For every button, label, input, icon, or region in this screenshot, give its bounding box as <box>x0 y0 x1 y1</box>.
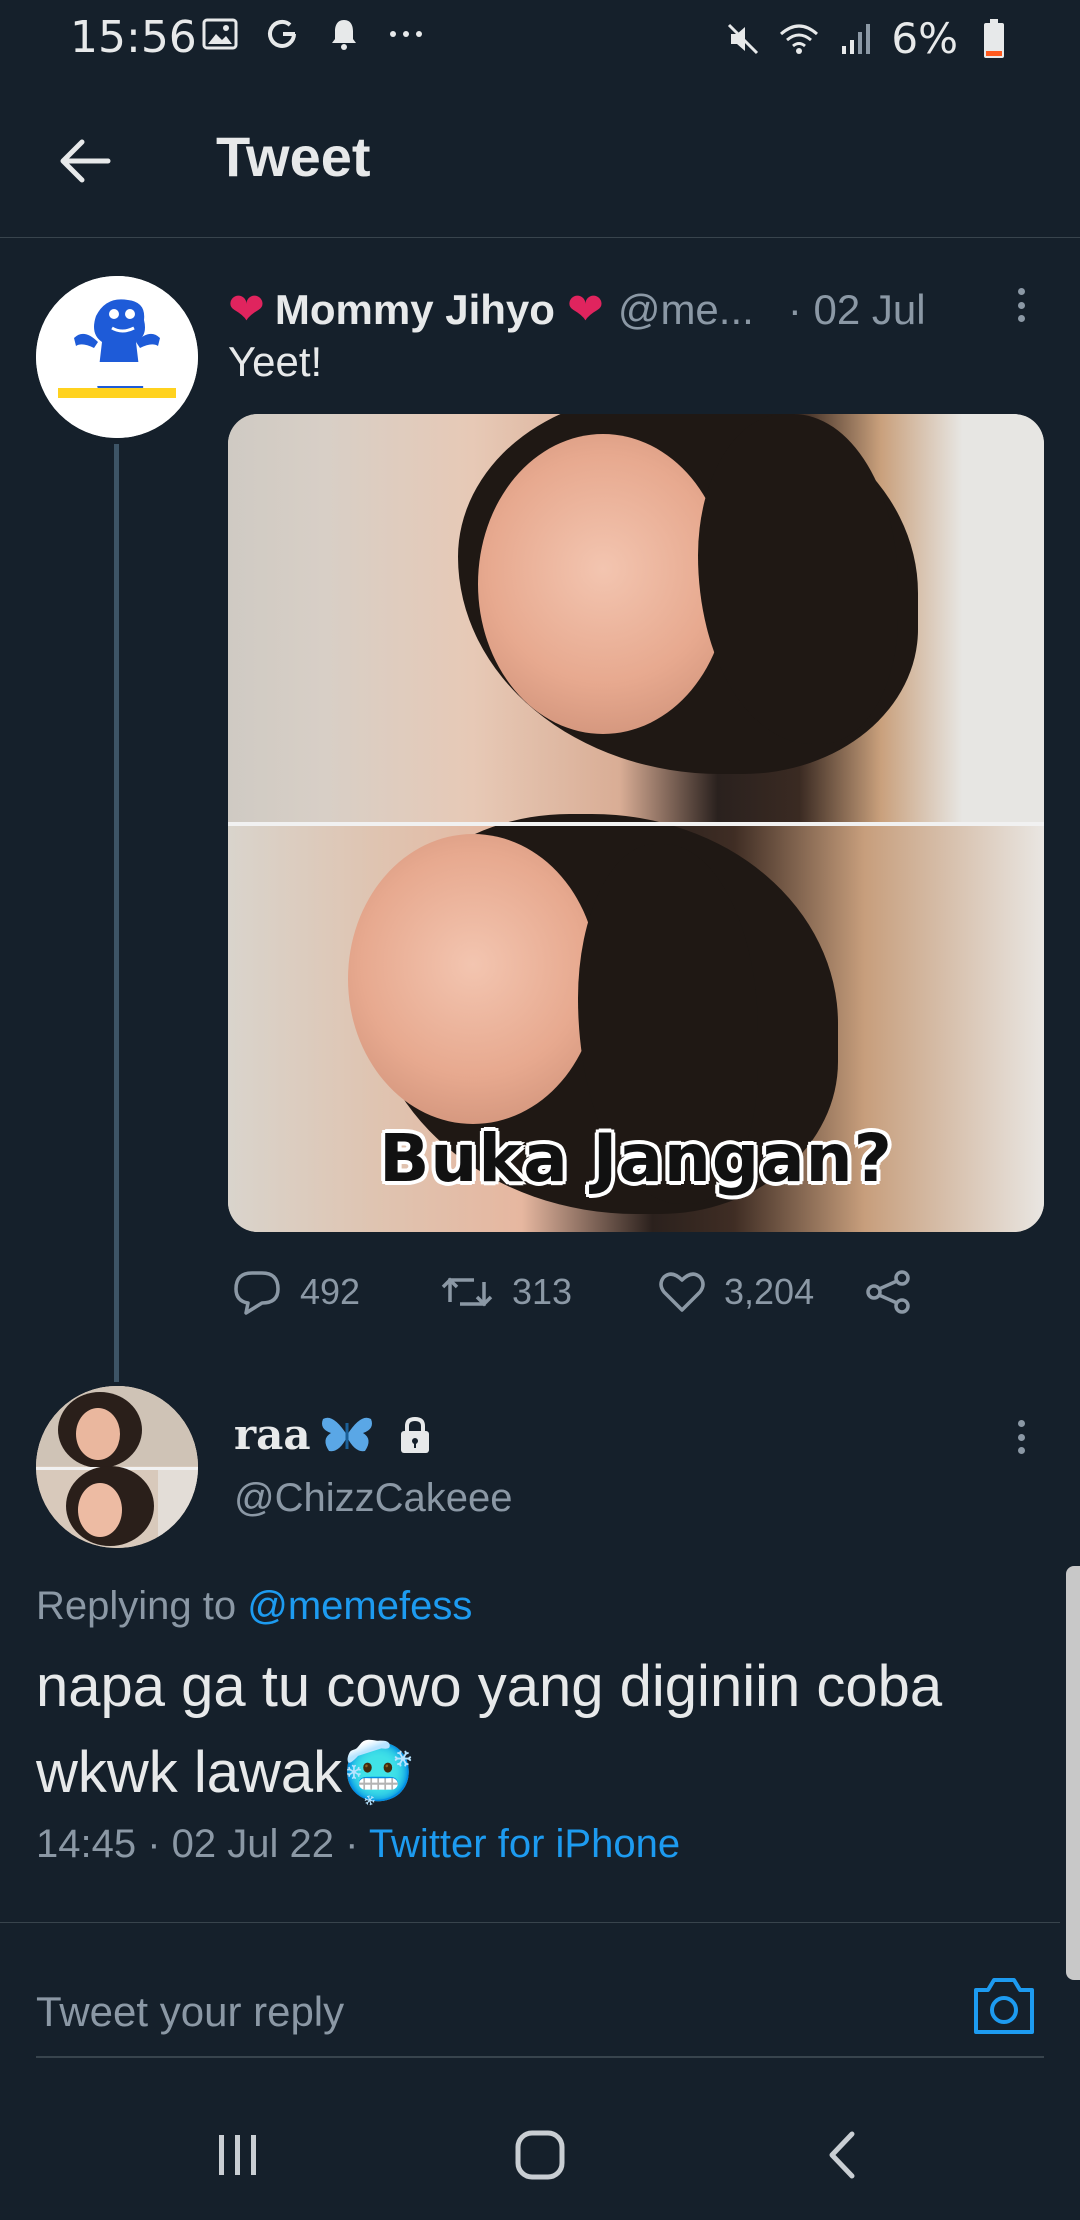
tweet-header: ❤ Mommy Jihyo ❤ @me... · 02 Jul <box>228 280 1020 340</box>
signal-icon <box>835 19 875 59</box>
media-caption: Buka Jangan? <box>379 1120 893 1197</box>
status-time: 15:56 <box>70 12 197 63</box>
tweet-more-menu-icon[interactable] <box>1006 280 1036 330</box>
cold-face-emoji: 🥶 <box>342 1740 415 1805</box>
system-back-button[interactable] <box>802 2120 882 2190</box>
tweet-author-name[interactable]: Mommy Jihyo <box>275 286 555 334</box>
battery-icon <box>974 18 1014 59</box>
wifi-icon <box>779 19 819 59</box>
page-title: Tweet <box>216 125 371 188</box>
more-icon <box>386 14 426 54</box>
recent-apps-icon <box>219 2135 256 2175</box>
protected-lock-icon <box>400 1416 429 1453</box>
reply-author-row: raa <box>234 1410 437 1459</box>
google-icon <box>262 14 302 54</box>
tweet-text: Yeet! <box>228 338 323 385</box>
system-nav-bar <box>0 2090 1080 2220</box>
reply-composer <box>36 1972 1044 2058</box>
like-heart-icon <box>659 1272 705 1312</box>
status-right-icons: 6% <box>723 14 1014 63</box>
battery-percent: 6% <box>891 14 958 63</box>
reply-action[interactable]: 492 <box>232 1262 360 1322</box>
reply-bubble-icon <box>234 1271 280 1315</box>
memefess-logo-icon <box>36 276 198 438</box>
home-button[interactable] <box>500 2120 580 2190</box>
like-count: 3,204 <box>724 1271 815 1312</box>
share-action[interactable] <box>864 1262 914 1322</box>
tweet-date: · 02 Jul <box>787 286 926 333</box>
reply-text: napa ga tu cowo yang diginiin coba wkwk … <box>36 1654 943 1805</box>
camera-icon <box>974 1978 1034 2034</box>
tweet-author-avatar[interactable] <box>36 276 198 438</box>
share-icon <box>866 1270 910 1314</box>
reply-more-menu-icon[interactable] <box>1006 1412 1036 1462</box>
retweet-action[interactable]: 313 <box>440 1262 572 1322</box>
recent-apps-button[interactable] <box>198 2120 278 2190</box>
back-arrow-icon <box>60 139 111 183</box>
top-app-bar: Tweet <box>0 88 1080 238</box>
replying-to: Replying to @memefess <box>36 1584 473 1628</box>
tweet-actions: 492 313 3,204 <box>228 1262 928 1322</box>
reply-count: 492 <box>300 1271 361 1312</box>
like-action[interactable]: 3,204 <box>658 1262 814 1322</box>
reply-author-name[interactable]: raa <box>234 1410 311 1459</box>
home-icon <box>515 2130 565 2180</box>
replying-to-handle-link[interactable]: @memefess <box>247 1584 472 1628</box>
retweet-count: 313 <box>512 1271 573 1312</box>
chevron-left-icon <box>829 2131 855 2179</box>
reply-author-handle[interactable]: @ChizzCakeee <box>234 1476 513 1521</box>
tweet-source-link[interactable]: Twitter for iPhone <box>369 1822 680 1866</box>
retweet-icon <box>441 1277 493 1307</box>
back-button[interactable] <box>50 126 120 196</box>
reply-input[interactable] <box>36 1972 936 2052</box>
mute-icon <box>723 19 763 59</box>
reply-author-avatar[interactable] <box>36 1386 198 1548</box>
butterfly-icon <box>321 1417 372 1451</box>
red-heart-icon: ❤ <box>228 285 265 334</box>
status-left-icons <box>200 14 426 54</box>
camera-button[interactable] <box>970 1974 1038 2038</box>
tweet-author-handle[interactable]: @me... <box>618 286 754 334</box>
notification-bell-icon <box>324 14 364 54</box>
media-photo-top <box>228 414 1044 823</box>
gallery-icon <box>200 14 240 54</box>
status-bar: 15:56 6% <box>0 0 1080 72</box>
divider <box>0 1922 1060 1923</box>
thread-connector <box>114 444 119 1382</box>
red-heart-icon: ❤ <box>566 285 604 334</box>
tweet-media-image[interactable]: Buka Jangan? <box>228 414 1044 1232</box>
scrollbar[interactable] <box>1066 1566 1080 1980</box>
reply-timestamp: 14:45 · 02 Jul 22 · Twitter for iPhone <box>36 1822 681 1866</box>
reply-avatar-photo <box>36 1386 198 1548</box>
